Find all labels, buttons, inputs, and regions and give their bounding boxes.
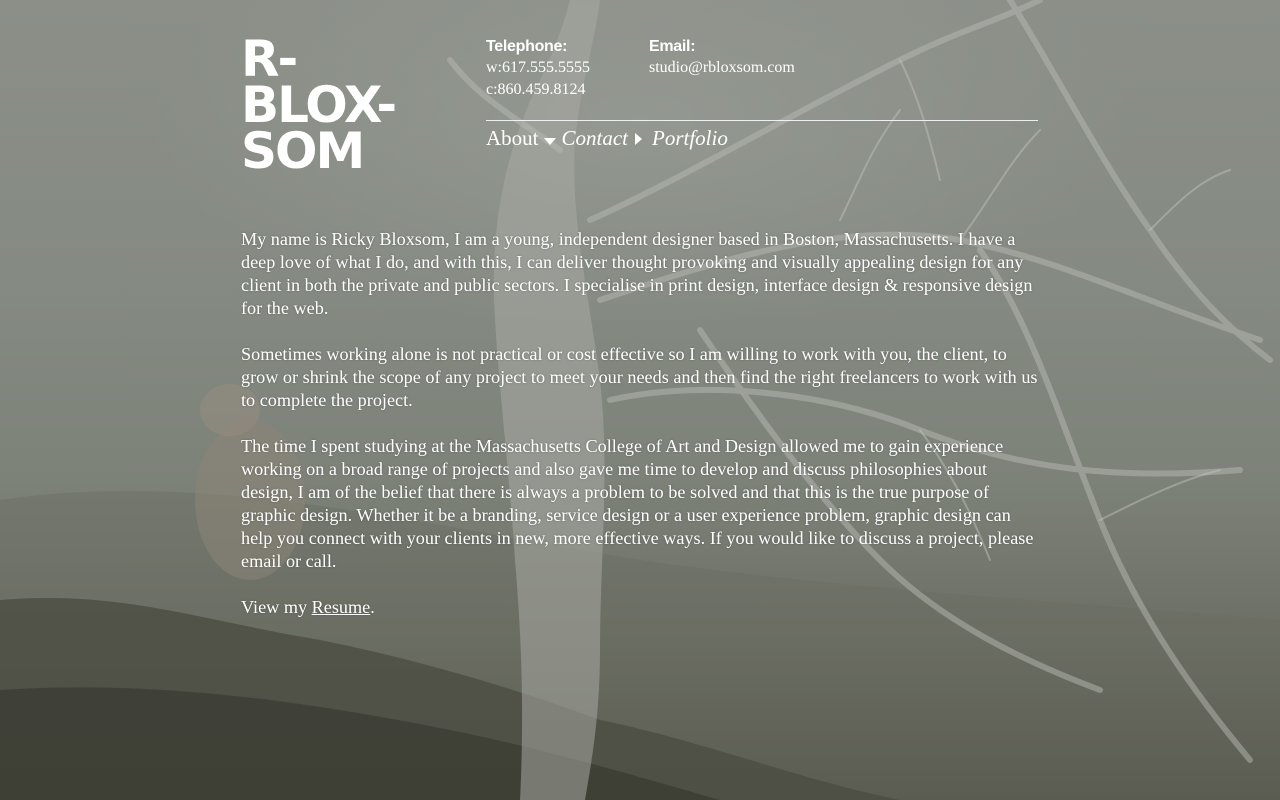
resume-prefix: View my: [241, 597, 312, 617]
site-logo[interactable]: R- BLOX- SOM: [241, 34, 441, 176]
telephone-cell-link[interactable]: c:860.459.8124: [486, 79, 590, 101]
about-content: My name is Ricky Bloxsom, I am a young, …: [241, 228, 1041, 642]
about-paragraph-1: My name is Ricky Bloxsom, I am a young, …: [241, 229, 1033, 318]
about-paragraph-2: Sometimes working alone is not practical…: [241, 344, 1038, 410]
nav-portfolio-label[interactable]: Portfolio: [652, 126, 728, 151]
resume-suffix: .: [370, 597, 375, 617]
resume-line: View my Resume.: [241, 596, 1041, 619]
email-link[interactable]: studio@rbloxsom.com: [649, 57, 795, 79]
email-block: Email: studio@rbloxsom.com: [649, 37, 795, 79]
caret-right-icon: [635, 133, 642, 145]
nav-about-label[interactable]: About: [486, 126, 539, 151]
nav-item-contact[interactable]: Contact: [562, 126, 653, 151]
telephone-work-link[interactable]: w:617.555.5555: [486, 57, 590, 79]
resume-link[interactable]: Resume: [312, 597, 371, 617]
nav-item-portfolio[interactable]: Portfolio: [652, 126, 728, 151]
telephone-label: Telephone:: [486, 38, 568, 55]
about-paragraph-3: The time I spent studying at the Massach…: [241, 436, 1034, 571]
caret-down-icon: [543, 137, 556, 145]
nav-contact-label[interactable]: Contact: [562, 126, 629, 151]
email-label: Email:: [649, 38, 696, 55]
header-divider: [486, 120, 1038, 121]
main-nav: About Contact Portfolio: [486, 124, 728, 152]
telephone-block: Telephone: w:617.555.5555 c:860.459.8124: [486, 37, 590, 101]
nav-item-about[interactable]: About: [486, 126, 562, 151]
